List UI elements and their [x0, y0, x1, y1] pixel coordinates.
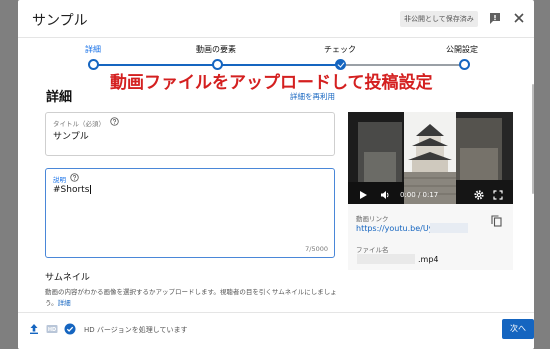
- step-details-dot[interactable]: [88, 59, 99, 70]
- settings-icon[interactable]: [474, 190, 484, 200]
- description-input[interactable]: #Shorts: [53, 185, 92, 195]
- svg-text:HD: HD: [48, 327, 56, 333]
- player-controls: 0:00 / 0:17: [348, 186, 513, 204]
- description-field-label: 説明: [53, 176, 66, 184]
- title-field[interactable]: タイトル（必須） サンプル: [45, 112, 335, 156]
- video-link[interactable]: https://youtu.be/Uyl: [356, 224, 436, 233]
- step-visibility-label[interactable]: 公開設定: [446, 44, 478, 55]
- next-button[interactable]: 次へ: [502, 319, 534, 339]
- title-field-label: タイトル（必須）: [53, 120, 105, 128]
- step-visibility-dot[interactable]: [459, 59, 470, 70]
- copy-icon[interactable]: [491, 215, 502, 227]
- file-name-label: ファイル名: [356, 246, 389, 254]
- fullscreen-icon[interactable]: [493, 190, 503, 200]
- help-icon[interactable]: [110, 117, 119, 126]
- redaction-mask: [430, 223, 468, 233]
- step-elements-label[interactable]: 動画の要素: [196, 44, 236, 55]
- step-checks-label[interactable]: チェック: [324, 44, 356, 55]
- thumbnail-learn-more-link[interactable]: 詳細: [58, 299, 71, 307]
- check-circle-icon: [64, 323, 76, 335]
- upload-icon: [30, 324, 38, 334]
- thumbnail-description-text: 動画の内容がわかる画像を選択するかアップロードします。視聴者の目を引くサムネイル…: [45, 288, 337, 307]
- step-connector: [98, 64, 220, 66]
- save-draft-button[interactable]: 非公開として保存済み: [400, 11, 478, 27]
- video-preview-card: 0:00 / 0:17 動画リンク https://youtu.be/Uyl フ…: [348, 112, 513, 270]
- reuse-details-link[interactable]: 詳細を再利用: [290, 91, 335, 102]
- dialog-title: サンプル: [32, 13, 88, 29]
- feedback-icon[interactable]: [488, 11, 502, 25]
- dialog-footer: HD HD バージョンを処理しています 次へ: [18, 312, 534, 349]
- step-connector: [222, 64, 340, 66]
- hd-icon: HD: [46, 325, 58, 333]
- processing-status: HD バージョンを処理しています: [84, 326, 188, 334]
- file-name: .mp4: [418, 255, 439, 264]
- step-connector: [346, 64, 464, 66]
- help-icon[interactable]: [70, 173, 79, 182]
- overlay-caption: 動画ファイルをアップロードして投稿設定: [110, 73, 433, 93]
- close-icon[interactable]: [512, 11, 526, 25]
- play-icon[interactable]: [358, 190, 368, 200]
- playback-time: 0:00 / 0:17: [400, 191, 439, 199]
- description-field[interactable]: 説明 #Shorts 7/5000: [45, 168, 335, 258]
- title-input[interactable]: サンプル: [53, 129, 89, 142]
- thumbnail-heading: サムネイル: [45, 273, 90, 283]
- details-heading: 詳細: [46, 90, 73, 105]
- redaction-mask: [357, 254, 415, 264]
- char-counter: 7/5000: [305, 245, 328, 253]
- dialog-header: サンプル 非公開として保存済み: [18, 0, 534, 38]
- volume-icon[interactable]: [380, 190, 390, 200]
- thumbnail-description: 動画の内容がわかる画像を選択するかアップロードします。視聴者の目を引くサムネイル…: [45, 287, 343, 309]
- upload-stepper: 詳細 動画の要素 チェック 公開設定: [18, 40, 534, 70]
- text-caret: [90, 185, 92, 194]
- upload-dialog: サンプル 非公開として保存済み 詳細 動画の要素 チェック 公開設定 動画ファイ…: [18, 0, 534, 349]
- video-link-label: 動画リンク: [356, 215, 389, 223]
- step-details-label[interactable]: 詳細: [85, 44, 101, 55]
- scrollbar[interactable]: [532, 84, 534, 194]
- description-text: #Shorts: [53, 185, 90, 195]
- video-player[interactable]: 0:00 / 0:17: [348, 112, 513, 204]
